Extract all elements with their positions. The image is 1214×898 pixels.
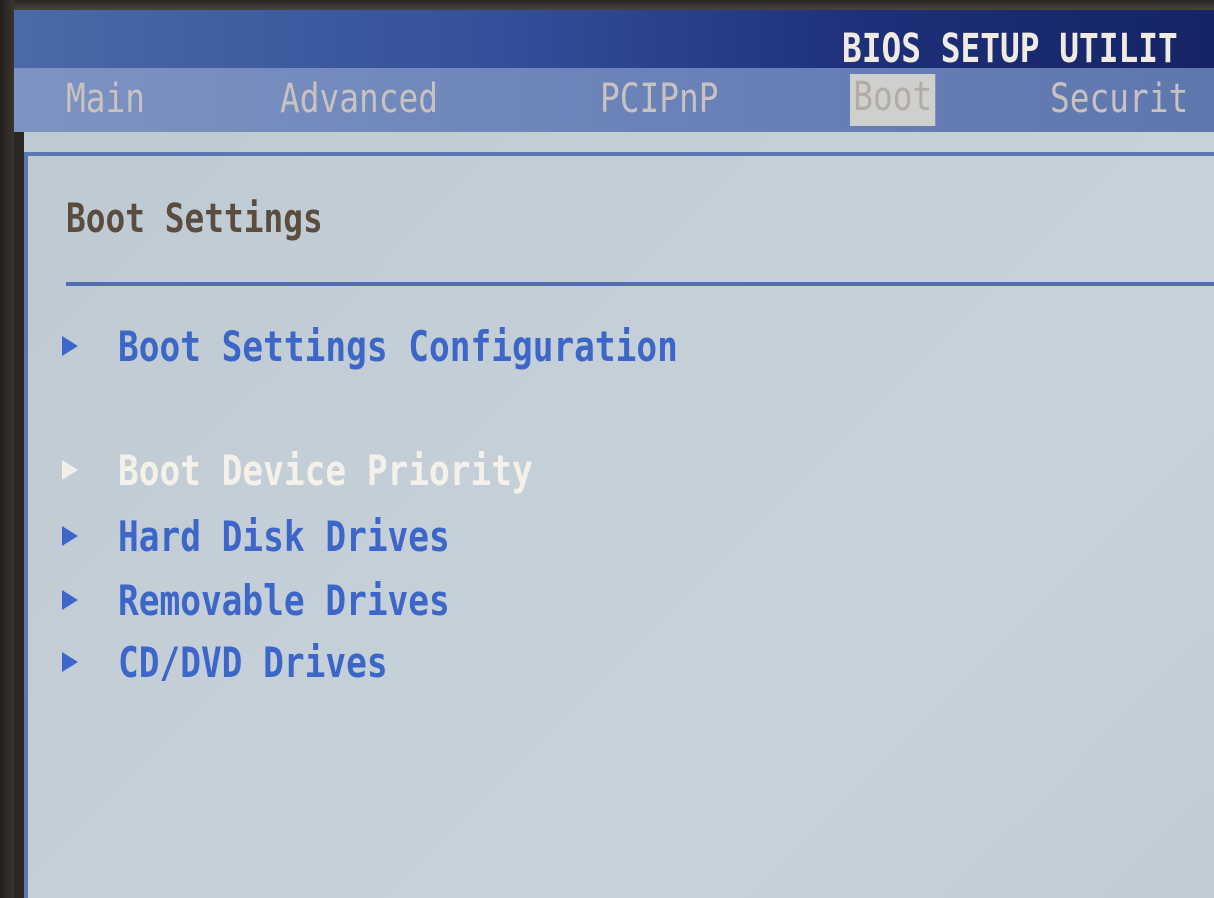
panel-border-left	[24, 152, 28, 898]
triangle-right-icon	[62, 652, 78, 672]
menu-item-label: CD/DVD Drives	[118, 638, 388, 687]
tab-security[interactable]: Securit	[1050, 76, 1188, 122]
menu-item-label: Boot Settings Configuration	[118, 322, 678, 371]
section-divider	[66, 282, 1214, 286]
section-title: Boot Settings	[66, 196, 323, 242]
bios-screen: BIOS SETUP UTILIT Main Advanced PCIPnP B…	[0, 0, 1214, 898]
tab-boot[interactable]: Boot	[850, 74, 936, 126]
panel-border-top	[24, 152, 1214, 156]
triangle-right-icon	[62, 526, 78, 546]
tab-pcipnp[interactable]: PCIPnP	[600, 76, 718, 122]
tab-advanced[interactable]: Advanced	[280, 76, 438, 122]
title-bar: BIOS SETUP UTILIT	[14, 10, 1214, 72]
menu-bar: Main Advanced PCIPnP Boot Securit	[14, 68, 1214, 132]
tab-main[interactable]: Main	[66, 76, 145, 122]
menu-item-label: Hard Disk Drives	[118, 512, 450, 561]
menu-item-label: Boot Device Priority	[118, 446, 533, 495]
bios-title: BIOS SETUP UTILIT	[842, 26, 1178, 72]
menu-item-label: Removable Drives	[118, 576, 450, 625]
triangle-right-icon	[62, 460, 78, 480]
monitor-bezel-top	[0, 0, 1214, 10]
triangle-right-icon	[62, 336, 78, 356]
triangle-right-icon	[62, 590, 78, 610]
monitor-bezel-left	[0, 0, 14, 898]
